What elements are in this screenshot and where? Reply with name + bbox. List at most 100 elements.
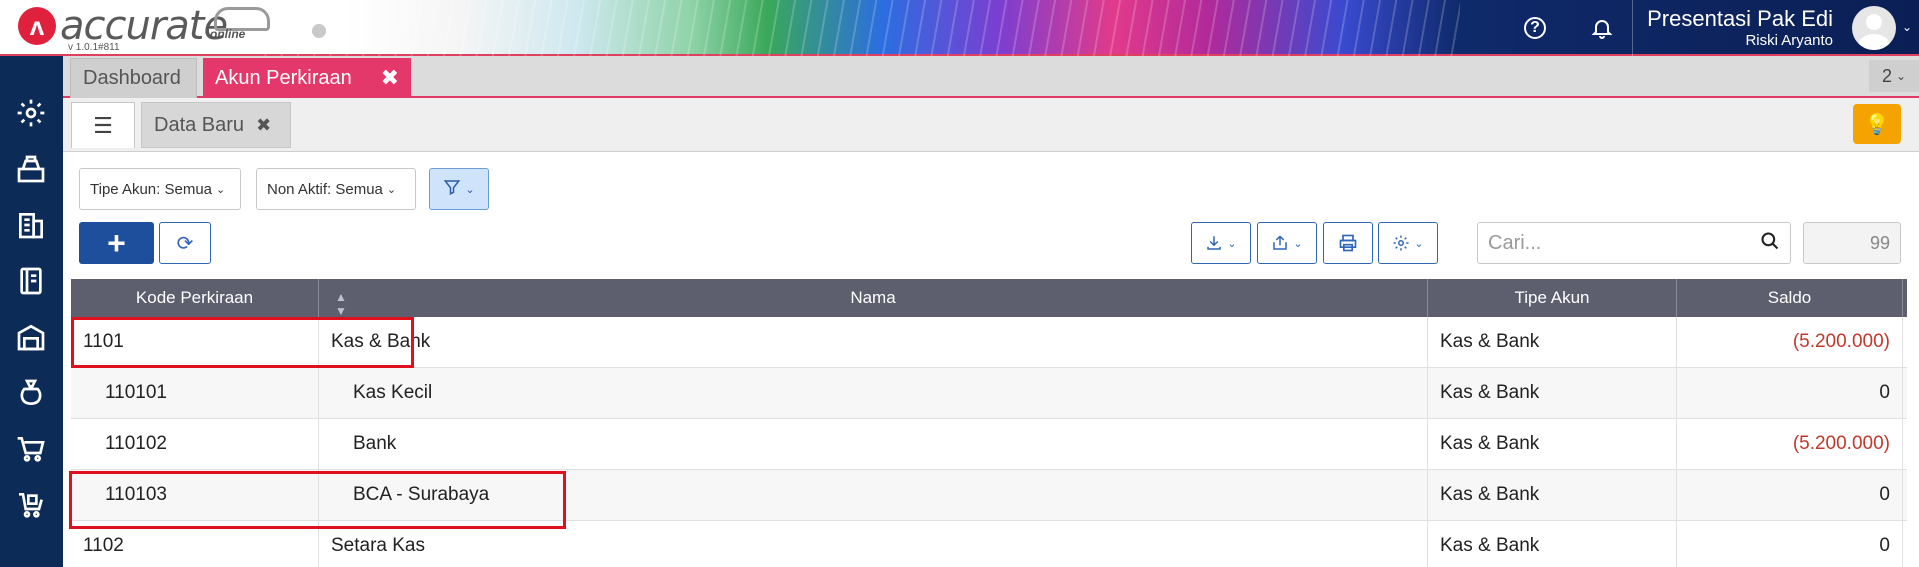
cell-tipe: Kas & Bank bbox=[1428, 317, 1677, 367]
export-button[interactable]: ⌄ bbox=[1257, 222, 1317, 264]
help-icon[interactable]: ? bbox=[1524, 17, 1546, 39]
logo-online-label: online bbox=[210, 27, 246, 41]
add-button[interactable]: + bbox=[79, 222, 154, 264]
sort-icon[interactable]: ▲ ▼ bbox=[335, 290, 347, 318]
cash-register-icon[interactable] bbox=[12, 150, 50, 188]
main-content: Tipe Akun: Semua ⌄ Non Aktif: Semua ⌄ ⌄ … bbox=[63, 152, 1919, 567]
table-row[interactable]: 110102 Bank Kas & Bank (5.200.000) bbox=[71, 419, 1907, 470]
import-button[interactable]: ⌄ bbox=[1191, 222, 1251, 264]
filter-button[interactable]: ⌄ bbox=[429, 168, 489, 210]
column-header-nama[interactable]: ▲ ▼ Nama bbox=[319, 279, 1428, 318]
printer-icon bbox=[1339, 234, 1357, 252]
close-icon[interactable]: ✖ bbox=[381, 65, 399, 91]
page-size-field[interactable]: 99 bbox=[1803, 222, 1901, 264]
user-info[interactable]: Presentasi Pak Edi Riski Aryanto bbox=[1647, 6, 1833, 50]
cell-saldo: 0 bbox=[1677, 470, 1903, 520]
column-header-label: Kode Perkiraan bbox=[135, 288, 254, 307]
building-icon[interactable] bbox=[12, 206, 50, 244]
notification-bell-icon[interactable] bbox=[1588, 14, 1616, 42]
tipe-akun-filter-label: Tipe Akun: Semua bbox=[90, 180, 213, 198]
column-header-label: Nama bbox=[850, 288, 896, 307]
tab-count-dropdown[interactable]: 2 ⌄ bbox=[1869, 60, 1919, 92]
table-body: 1101 Kas & Bank Kas & Bank (5.200.000) 11010… bbox=[71, 317, 1907, 567]
sub-tab-bar: ☰ Data Baru ✖ 💡 bbox=[63, 98, 1919, 152]
lightbulb-icon[interactable]: 💡 bbox=[1853, 104, 1901, 144]
table-row[interactable]: 110101 Kas Kecil Kas & Bank 0 bbox=[71, 368, 1907, 419]
tab-bar: Dashboard Akun Perkiraan ✖ 2 ⌄ bbox=[63, 56, 1919, 98]
column-header-label: Saldo bbox=[1767, 288, 1812, 307]
cell-saldo: 0 bbox=[1677, 521, 1903, 567]
version-label: v 1.0.1#811 bbox=[68, 42, 120, 53]
non-aktif-filter-label: Non Aktif: Semua bbox=[267, 180, 383, 198]
cell-nama: Setara Kas bbox=[319, 521, 1428, 567]
cell-kode: 1102 bbox=[71, 521, 319, 567]
chevron-down-icon: ⌄ bbox=[1895, 69, 1907, 83]
print-button[interactable] bbox=[1323, 222, 1373, 264]
refresh-button[interactable]: ⟳ bbox=[159, 222, 211, 264]
share-icon bbox=[1273, 235, 1288, 250]
search-icon[interactable] bbox=[1760, 231, 1780, 257]
chevron-down-icon: ⌄ bbox=[216, 183, 226, 196]
column-header-kode[interactable]: Kode Perkiraan bbox=[71, 279, 319, 317]
non-aktif-filter[interactable]: Non Aktif: Semua ⌄ bbox=[256, 168, 416, 210]
column-header-label: Tipe Akun bbox=[1514, 288, 1590, 307]
cell-kode: 110101 bbox=[71, 368, 319, 418]
header-divider bbox=[1632, 0, 1633, 56]
list-icon: ☰ bbox=[93, 112, 113, 138]
ledger-icon[interactable] bbox=[12, 262, 50, 300]
table-row[interactable]: 1101 Kas & Bank Kas & Bank (5.200.000) bbox=[71, 317, 1907, 368]
money-bag-icon[interactable] bbox=[12, 374, 50, 412]
chevron-down-icon: ⌄ bbox=[1227, 237, 1237, 250]
accounts-table: Kode Perkiraan ▲ ▼ Nama Tipe Akun Saldo 11… bbox=[71, 279, 1907, 567]
sidebar bbox=[0, 56, 63, 567]
search-box bbox=[1477, 222, 1791, 264]
chevron-down-icon[interactable]: ⌄ bbox=[1902, 20, 1912, 34]
cell-saldo: 0 bbox=[1677, 368, 1903, 418]
chevron-down-icon: ⌄ bbox=[1414, 237, 1424, 250]
page-size-value: 99 bbox=[1869, 232, 1890, 253]
settings-icon[interactable] bbox=[12, 94, 50, 132]
cell-saldo: (5.200.000) bbox=[1677, 317, 1903, 367]
close-icon[interactable]: ✖ bbox=[256, 115, 271, 136]
cell-tipe: Kas & Bank bbox=[1428, 470, 1677, 520]
cell-nama: Bank bbox=[319, 419, 1428, 469]
data-baru-tab[interactable]: Data Baru ✖ bbox=[141, 102, 291, 148]
tab-akun-perkiraan-label: Akun Perkiraan bbox=[215, 66, 352, 89]
avatar[interactable] bbox=[1852, 6, 1896, 50]
app-logo[interactable]: ʌ accurate bbox=[18, 3, 228, 49]
cell-kode: 110103 bbox=[71, 470, 319, 520]
column-header-tipe[interactable]: Tipe Akun bbox=[1428, 279, 1677, 317]
cell-tipe: Kas & Bank bbox=[1428, 419, 1677, 469]
top-bar: ʌ accurate online v 1.0.1#811 ? Presenta… bbox=[0, 0, 1919, 56]
plus-icon: + bbox=[107, 224, 126, 261]
table-row[interactable]: 1102 Setara Kas Kas & Bank 0 bbox=[71, 521, 1907, 567]
chevron-down-icon: ⌄ bbox=[1293, 237, 1303, 250]
tab-dashboard[interactable]: Dashboard bbox=[70, 58, 197, 98]
settings-button[interactable]: ⌄ bbox=[1378, 222, 1438, 264]
cart-box-icon[interactable] bbox=[12, 486, 50, 524]
tab-dashboard-label: Dashboard bbox=[83, 67, 181, 89]
tab-count: 2 bbox=[1881, 65, 1892, 86]
filter-icon bbox=[443, 178, 461, 200]
tipe-akun-filter[interactable]: Tipe Akun: Semua ⌄ bbox=[79, 168, 241, 210]
table-row[interactable]: 110103 BCA - Surabaya Kas & Bank 0 bbox=[71, 470, 1907, 521]
tab-akun-perkiraan[interactable]: Akun Perkiraan ✖ bbox=[203, 58, 411, 98]
refresh-icon: ⟳ bbox=[176, 232, 194, 255]
cell-saldo: (5.200.000) bbox=[1677, 419, 1903, 469]
warehouse-icon[interactable] bbox=[12, 318, 50, 356]
cart-icon[interactable] bbox=[12, 430, 50, 468]
cell-kode: 1101 bbox=[71, 317, 319, 367]
column-header-saldo[interactable]: Saldo bbox=[1677, 279, 1903, 317]
table-header: Kode Perkiraan ▲ ▼ Nama Tipe Akun Saldo bbox=[71, 279, 1907, 318]
list-view-button[interactable]: ☰ bbox=[71, 102, 135, 148]
download-icon bbox=[1207, 236, 1222, 250]
cell-tipe: Kas & Bank bbox=[1428, 521, 1677, 567]
cell-nama: Kas & Bank bbox=[319, 317, 1428, 367]
cell-nama: Kas Kecil bbox=[319, 368, 1428, 418]
cell-tipe: Kas & Bank bbox=[1428, 368, 1677, 418]
logo-text: accurate bbox=[60, 3, 228, 49]
user-name: Riski Aryanto bbox=[1745, 32, 1833, 49]
logo-mark-icon: ʌ bbox=[18, 7, 56, 45]
search-input[interactable] bbox=[1478, 223, 1738, 263]
header-decoration bbox=[260, 0, 1460, 56]
